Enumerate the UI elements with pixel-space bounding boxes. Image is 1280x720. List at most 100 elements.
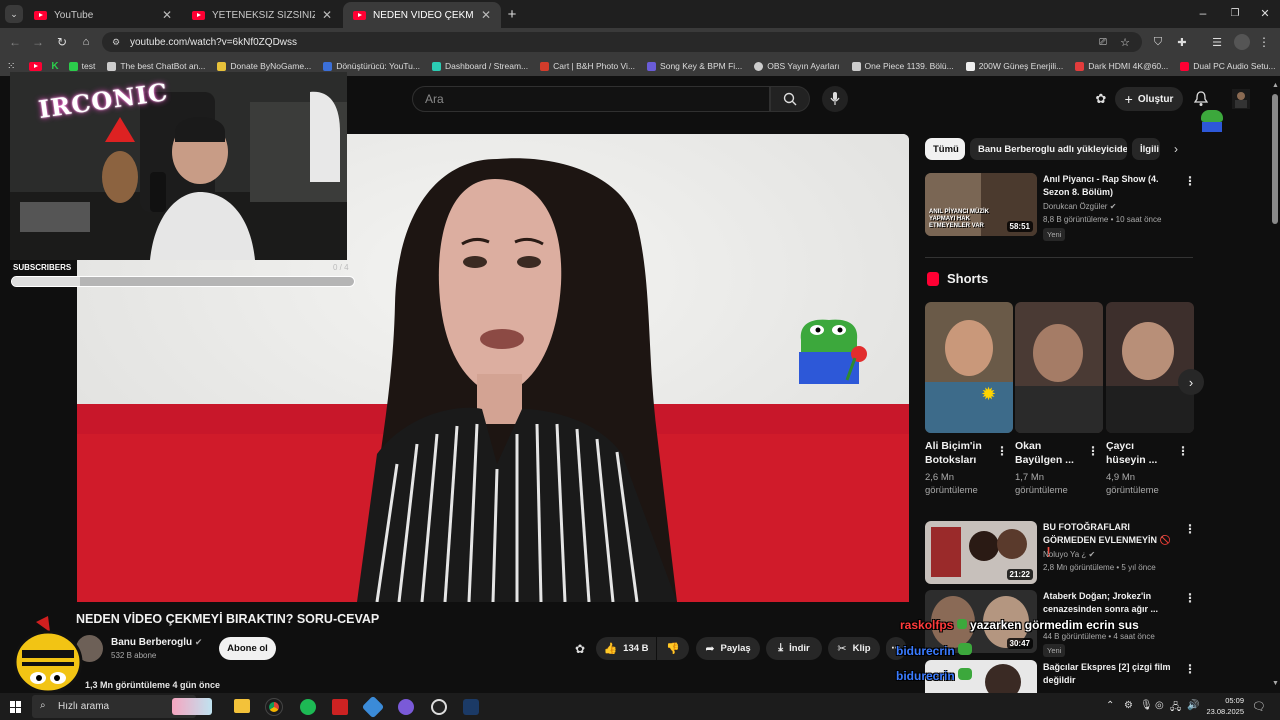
more-options-icon[interactable]: ⋮ [1184, 175, 1196, 187]
more-options-icon[interactable]: ⋮ [1184, 523, 1196, 535]
bookmark-item[interactable]: Donate ByNoGame... [217, 61, 311, 71]
shield-extension-icon[interactable]: ⛉ [1151, 35, 1165, 49]
related-video-thumbnail[interactable]: 21:22 [925, 521, 1037, 584]
chip-from-uploader[interactable]: Banu Berberoglu adlı yükleyiciden [970, 138, 1127, 160]
search-button[interactable] [770, 86, 810, 112]
bookmark-item[interactable]: Dashboard / Stream... [431, 61, 528, 71]
chrome-icon[interactable] [265, 698, 283, 716]
bookmark-star-icon[interactable]: ☆ [1118, 35, 1132, 49]
more-options-icon[interactable]: ⋮ [1177, 445, 1189, 457]
back-arrow-icon[interactable]: ← [8, 35, 22, 49]
related-video-channel[interactable]: Dorukcan Özgüler ✔ [1043, 202, 1116, 211]
download-button[interactable]: ⤓ İndir [766, 637, 822, 660]
close-tab-icon[interactable]: ✕ [481, 8, 491, 22]
bookmark-item[interactable]: Cart | B&H Photo Vi... [540, 61, 635, 71]
more-options-icon[interactable]: ⋮ [996, 445, 1008, 457]
tab-neden-video[interactable]: NEDEN VİDEO ÇEKMEYİ BIRAKTIN ✕ [343, 2, 501, 28]
related-video-thumbnail[interactable]: ANIL PİYANCI MÜZİK YAPMAYI HAK ETMEYENLE… [925, 173, 1037, 236]
kick-bookmark-icon[interactable]: K [51, 61, 58, 72]
share-button[interactable]: ➦ Paylaş [696, 637, 760, 660]
voice-search-button[interactable] [822, 86, 848, 112]
bynogame-taskbar-icon[interactable] [332, 699, 348, 715]
browser-menu-icon[interactable]: ⋮ [1258, 35, 1270, 49]
more-options-icon[interactable]: ⋮ [1087, 445, 1099, 457]
discord-icon[interactable] [398, 699, 414, 715]
more-options-icon[interactable]: ⋮ [1184, 592, 1196, 604]
related-video-channel[interactable]: Noluyo Ya ¿ ✔ [1043, 550, 1095, 559]
bookmark-item[interactable]: Dual PC Audio Setu... [1180, 61, 1275, 71]
youtube-bookmark-icon[interactable] [28, 61, 42, 71]
bookmark-item[interactable]: OBS Yayın Ayarları [754, 61, 840, 71]
related-video-title[interactable]: Ataberk Doğan; Jrokez'in cenazesinden so… [1043, 590, 1177, 615]
extensions-puzzle-icon[interactable]: ✚ [1175, 35, 1189, 49]
related-video-title[interactable]: Bağcılar Ekspres [2] çizgi film değildir [1043, 661, 1177, 686]
install-app-icon[interactable]: ⎚ [1096, 35, 1110, 49]
profile-avatar[interactable] [1234, 34, 1250, 50]
clip-button[interactable]: ✂ Klip [828, 637, 880, 660]
short-title[interactable]: Çaycı hüseyin ... [1106, 439, 1174, 467]
file-explorer-icon[interactable] [234, 699, 250, 713]
tray-location-icon[interactable]: ◎ [1155, 700, 1164, 711]
like-button[interactable]: 👍 134 B [596, 637, 656, 660]
tray-network-icon[interactable]: 🖧 [1170, 700, 1181, 717]
steam-icon[interactable] [463, 699, 479, 715]
more-options-icon[interactable]: ⋮ [1184, 663, 1196, 675]
restore-window-icon[interactable]: ❐ [1228, 6, 1242, 20]
search-input[interactable]: Ara [412, 86, 770, 112]
tab-yeteneksiz[interactable]: YETENEKSİZ SİZSİNİZ 1. BÖLÜM ✕ [182, 2, 342, 28]
chevron-right-icon[interactable]: › [1168, 141, 1184, 157]
scroll-up-arrow-icon[interactable]: ▲ [1272, 82, 1279, 89]
bookmark-item[interactable]: Dönüştürücü: YouTu... [323, 61, 420, 71]
start-windows-icon[interactable] [10, 701, 22, 713]
tab-youtube[interactable]: YouTube ✕ [24, 2, 182, 28]
chip-related[interactable]: İlgili [1132, 138, 1160, 160]
notifications-bell-icon[interactable] [1192, 90, 1210, 108]
tab-search-chevron-icon[interactable]: ⌄ [5, 5, 23, 23]
site-info-icon[interactable]: ⚙ [110, 36, 122, 48]
bookmark-item[interactable]: test [68, 61, 95, 71]
bookmark-item[interactable]: One Piece 1139. Bölü... [851, 61, 954, 71]
microphone-icon [830, 92, 840, 105]
account-avatar[interactable] [1232, 89, 1250, 109]
show-hidden-icons-icon[interactable]: ⌃ [1106, 700, 1114, 711]
bookmark-item[interactable]: 200W Güneş Enerjili... [965, 61, 1063, 71]
scroll-down-arrow-icon[interactable]: ▼ [1272, 680, 1279, 687]
subscribe-button[interactable]: Abone ol [219, 637, 276, 660]
short-thumbnail[interactable] [1106, 302, 1194, 433]
bookmark-item[interactable]: Dark HDMI 4K@60... [1075, 61, 1168, 71]
dislike-button[interactable]: 👎 [657, 637, 689, 660]
close-tab-icon[interactable]: ✕ [162, 8, 172, 22]
short-title[interactable]: Ali Biçim'in Botoksları [925, 439, 993, 467]
address-bar[interactable]: ⚙ youtube.com/watch?v=6kNf0ZQDwss ⎚ ☆ [102, 32, 1142, 52]
reading-list-icon[interactable]: ☰ [1210, 35, 1224, 49]
spotify-icon[interactable] [300, 699, 316, 715]
close-tab-icon[interactable]: ✕ [322, 8, 332, 22]
channel-name[interactable]: Banu Berberoglu ✔ [111, 637, 202, 648]
minimize-window-icon[interactable]: – [1196, 6, 1210, 20]
close-window-icon[interactable]: ✕ [1258, 6, 1272, 20]
obs-icon[interactable] [431, 699, 447, 715]
apps-grid-icon[interactable]: ⁙ [7, 61, 15, 72]
create-button[interactable]: + Oluştur [1115, 87, 1183, 111]
short-thumbnail[interactable] [1015, 302, 1103, 433]
short-title[interactable]: Okan Bayülgen ... [1015, 439, 1083, 467]
bookmark-item[interactable]: The best ChatBot an... [107, 61, 205, 71]
tray-microphone-icon[interactable]: 🎙 [1140, 700, 1153, 711]
related-video-title[interactable]: Anıl Piyancı - Rap Show (4. Sezon 8. Böl… [1043, 173, 1171, 198]
forward-arrow-icon[interactable]: → [31, 35, 45, 49]
scrollbar-thumb[interactable] [1272, 94, 1278, 224]
taskbar-search-box[interactable]: ⌕ Hızlı arama [32, 695, 212, 718]
bookmark-item[interactable]: Song Key & BPM Fi... [647, 61, 742, 71]
new-tab-plus-icon[interactable]: + [505, 6, 519, 23]
tray-app-icon[interactable]: ⚙ [1124, 700, 1133, 711]
notification-center-icon[interactable]: 🗨 [1252, 699, 1266, 713]
short-thumbnail[interactable]: ✹ [925, 302, 1013, 433]
taskbar-clock[interactable]: 05:09 23.08.2025 [1198, 695, 1244, 717]
chip-all[interactable]: Tümü [925, 138, 965, 160]
extension-sticker-icon[interactable]: ✿ [572, 642, 588, 656]
shorts-next-button[interactable]: › [1178, 369, 1204, 395]
page-scrollbar[interactable]: ▲ ▼ [1270, 80, 1280, 692]
extension-frog-icon[interactable]: ✿ [1093, 91, 1109, 107]
home-icon[interactable]: ⌂ [79, 35, 93, 49]
reload-icon[interactable]: ↻ [55, 35, 69, 49]
